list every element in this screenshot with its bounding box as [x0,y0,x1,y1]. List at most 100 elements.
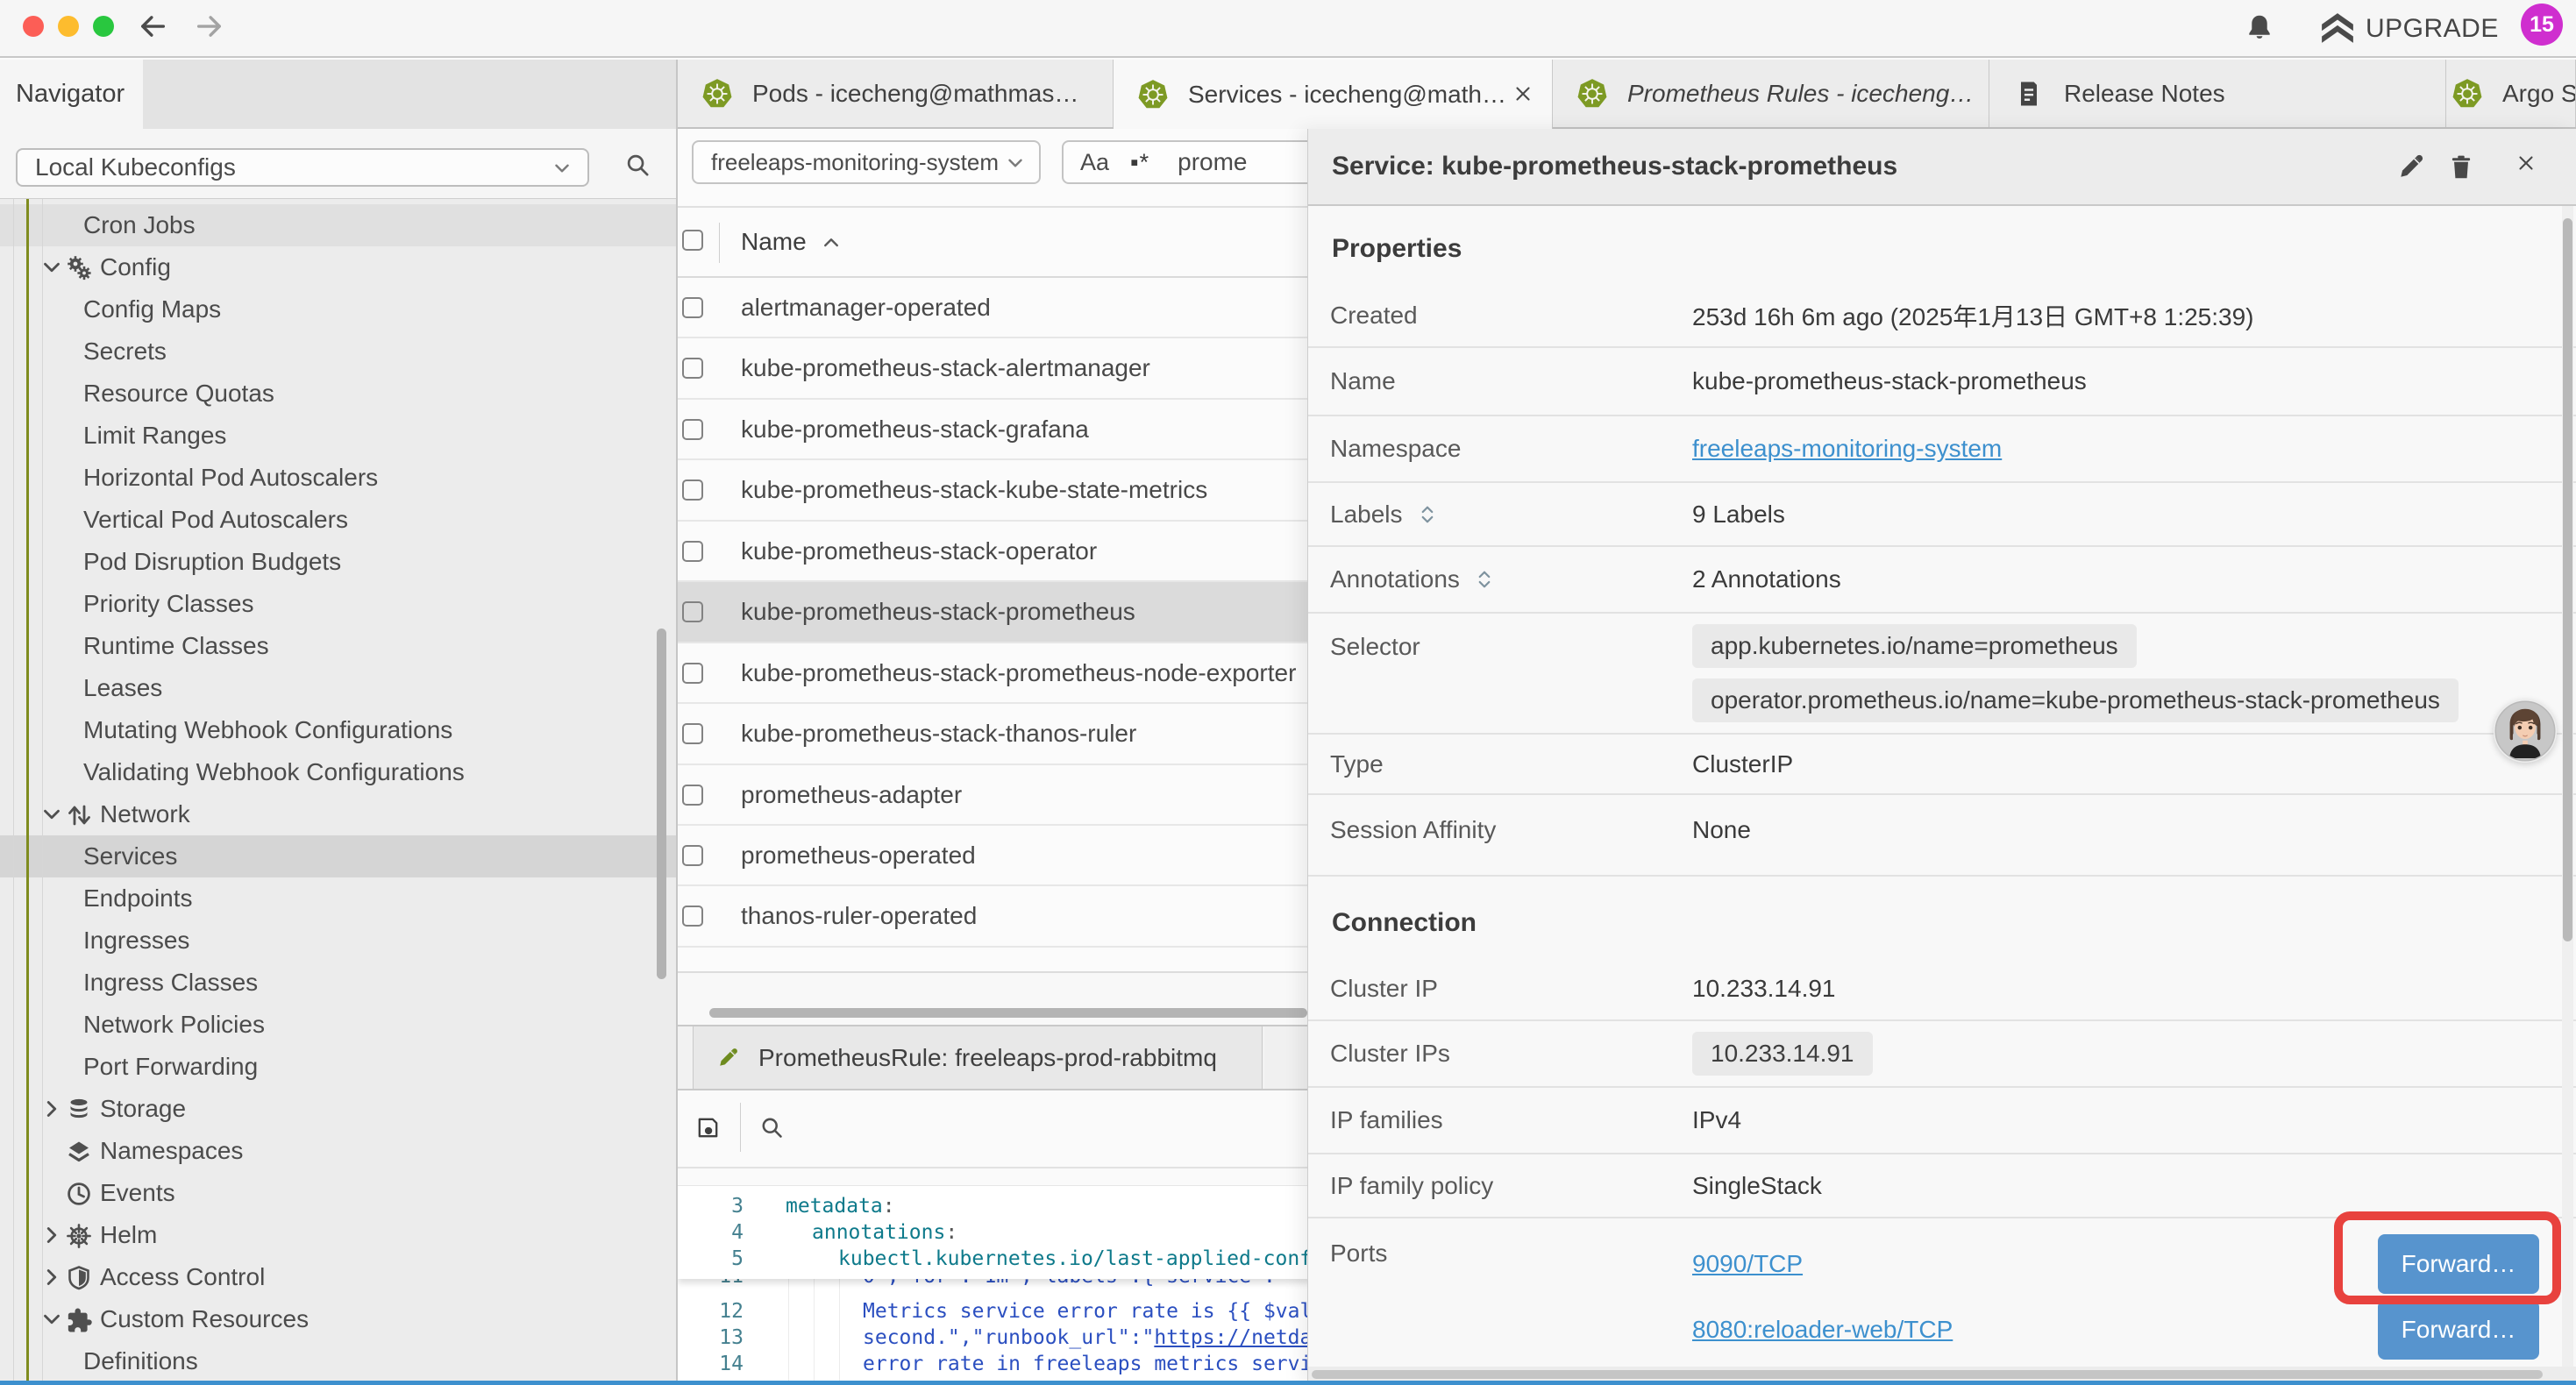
sidebar-item-vertical-pod-autoscalers[interactable]: Vertical Pod Autoscalers [0,499,676,541]
drawer-label-cell: Cluster IPs [1308,1021,1692,1086]
avatar[interactable] [2494,700,2557,763]
sidebar-item-validating-webhook-configurations[interactable]: Validating Webhook Configurations [0,751,676,793]
sidebar-item-config[interactable]: Config [0,246,676,288]
sidebar-item-cron-jobs[interactable]: Cron Jobs [0,204,676,246]
properties-heading: Properties [1308,206,2576,285]
tree-down-chevron-icon[interactable] [39,254,65,281]
port-link-9090[interactable]: 9090/TCP [1692,1250,1803,1278]
sidebar-item-config-maps[interactable]: Config Maps [0,288,676,330]
drawer-value-cell: 10.233.14.91 [1692,958,2576,1019]
sidebar-item-leases[interactable]: Leases [0,667,676,709]
expand-toggle[interactable] [1417,501,1440,528]
save-button[interactable] [694,1114,722,1141]
sidebar-item-resource-quotas[interactable]: Resource Quotas [0,373,676,415]
tab-pods[interactable]: Pods - icecheng@mathmas… [678,60,1114,127]
sidebar-search-button[interactable] [624,152,651,179]
row-checkbox[interactable] [682,601,703,622]
port-link-8080[interactable]: 8080:reloader-web/TCP [1692,1316,1953,1344]
upgrade-icon[interactable] [2318,10,2357,46]
drawer-label-cell: IP family policy [1308,1154,1692,1217]
drawer-vscrollbar-thumb[interactable] [2563,218,2572,941]
sidebar-item-custom-resources[interactable]: Custom Resources [0,1298,676,1340]
row-checkbox[interactable] [682,663,703,684]
row-checkbox[interactable] [682,906,703,927]
sidebar-item-network[interactable]: Network [0,793,676,835]
history-forward-button[interactable] [194,11,225,42]
sidebar-item-storage[interactable]: Storage [0,1088,676,1130]
forward-button-8080[interactable]: Forward… [2378,1300,2539,1360]
tab-close-button[interactable] [1512,82,1534,105]
namespace-link[interactable]: freeleaps-monitoring-system [1692,435,2002,463]
tab-argo[interactable]: Argo Se [2446,60,2576,127]
sidebar-item-services[interactable]: Services [0,835,676,877]
close-icon [2515,152,2537,174]
row-checkbox[interactable] [682,419,703,440]
tree-down-chevron-icon[interactable] [39,1306,65,1332]
sidebar-item-access-control[interactable]: Access Control [0,1256,676,1298]
sidebar-item-ingress-classes[interactable]: Ingress Classes [0,962,676,1004]
sidebar-item-network-policies[interactable]: Network Policies [0,1004,676,1046]
sort-caret-icon [821,232,842,253]
namespace-select[interactable]: freeleaps-monitoring-system [692,140,1041,184]
drawer-edit-button[interactable] [2396,152,2426,181]
sidebar-item-events[interactable]: Events [0,1172,676,1214]
search-input[interactable]: Aa ▪* prome [1062,140,1316,184]
sort-caret-icon[interactable] [821,232,842,253]
drawer-delete-button[interactable] [2446,152,2476,181]
drawer-hscrollbar-thumb[interactable] [1312,1370,2543,1379]
sidebar-item-priority-classes[interactable]: Priority Classes [0,583,676,625]
traffic-light-close[interactable] [23,16,44,37]
row-checkbox[interactable] [682,541,703,562]
sidebar-item-label: Pod Disruption Budgets [83,548,341,576]
sidebar-item-port-forwarding[interactable]: Port Forwarding [0,1046,676,1088]
navigator-title: Navigator [0,60,143,129]
expand-toggle-icon [1474,566,1495,593]
sidebar-item-helm[interactable]: Helm [0,1214,676,1256]
history-back-button[interactable] [137,11,168,42]
drawer-close-button[interactable] [2515,152,2544,181]
sidebar-item-horizontal-pod-autoscalers[interactable]: Horizontal Pod Autoscalers [0,457,676,499]
row-checkbox[interactable] [682,358,703,379]
namespace-select-value: freeleaps-monitoring-system [711,149,999,175]
traffic-light-zoom[interactable] [93,16,114,37]
sidebar-item-namespaces[interactable]: Namespaces [0,1130,676,1172]
tree-right-chevron-icon[interactable] [39,1222,65,1248]
notification-count-badge[interactable]: 15 [2521,4,2563,46]
traffic-light-minimize[interactable] [58,16,79,37]
tab-prometheus-rules[interactable]: Prometheus Rules - icecheng… [1553,60,1989,127]
tree-right-chevron-icon[interactable] [39,1264,65,1290]
sidebar-scrollbar-thumb[interactable] [657,629,666,979]
sidebar-item-runtime-classes[interactable]: Runtime Classes [0,625,676,667]
sidebar-item-ingresses[interactable]: Ingresses [0,920,676,962]
sidebar-item-limit-ranges[interactable]: Limit Ranges [0,415,676,457]
row-checkbox[interactable] [682,845,703,866]
expand-toggle[interactable] [1474,566,1497,593]
sidebar-item-endpoints[interactable]: Endpoints [0,877,676,920]
row-checkbox[interactable] [682,479,703,501]
column-header-name[interactable]: Name [741,208,807,276]
notifications-bell-button[interactable] [2245,12,2274,42]
row-checkbox[interactable] [682,785,703,806]
sidebar-item-definitions[interactable]: Definitions [0,1340,676,1382]
sidebar-item-secrets[interactable]: Secrets [0,330,676,373]
tree-down-chevron-icon[interactable] [39,801,65,827]
service-name: prometheus-operated [741,826,976,885]
tree-right-chevron-icon[interactable] [39,1096,65,1122]
sidebar-item-label: Network [100,800,190,828]
regex-toggle[interactable]: ▪* [1130,149,1149,176]
sidebar-item-pod-disruption-budgets[interactable]: Pod Disruption Budgets [0,541,676,583]
dock-tab-prometheusrule[interactable]: PrometheusRule: freeleaps-prod-rabbitmq [693,1026,1263,1089]
close-icon [1512,82,1534,105]
tab-services[interactable]: Services - icecheng@math… [1114,60,1553,129]
hscrollbar-thumb[interactable] [709,1008,1307,1018]
editor-search-button[interactable] [759,1115,785,1140]
select-all-checkbox[interactable] [682,230,703,251]
tab-release-notes[interactable]: Release Notes [1989,60,2446,127]
upgrade-button[interactable]: UPGRADE [2366,0,2499,58]
row-checkbox[interactable] [682,297,703,318]
drawer-label-cell: Session Affinity [1308,795,1692,844]
kubeconfig-select[interactable]: Local Kubeconfigs [16,148,589,187]
row-checkbox[interactable] [682,723,703,744]
match-case-toggle[interactable]: Aa [1080,149,1109,176]
sidebar-item-mutating-webhook-configurations[interactable]: Mutating Webhook Configurations [0,709,676,751]
